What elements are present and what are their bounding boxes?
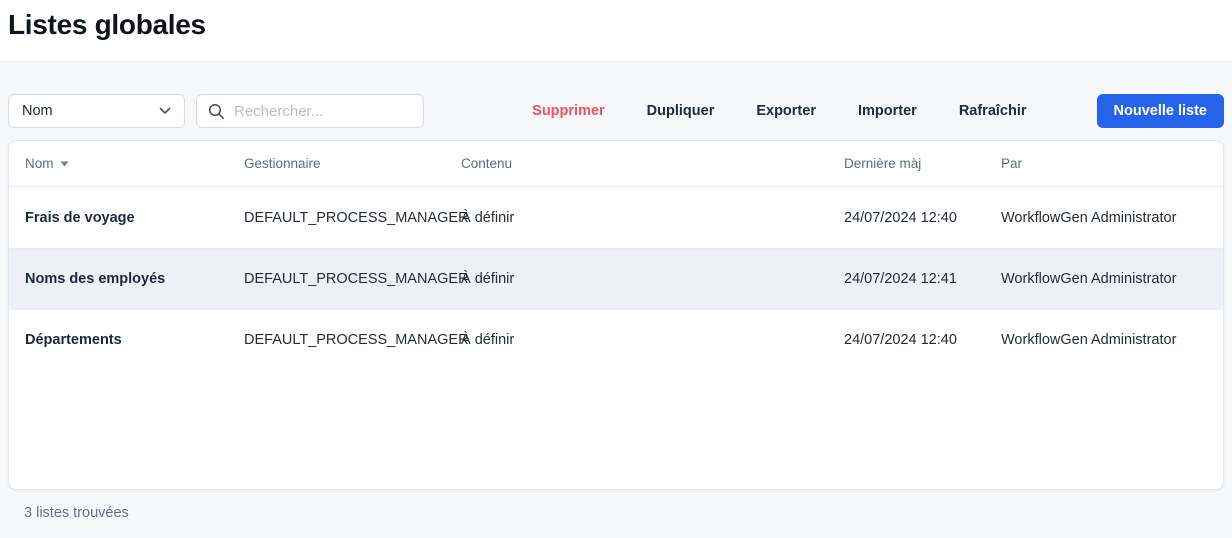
cell-gestionnaire: DEFAULT_PROCESS_MANAGER xyxy=(244,210,461,226)
table-header-row: Nom Gestionnaire Contenu Dernière màj Pa… xyxy=(9,141,1223,187)
cell-nom: Départements xyxy=(25,332,244,348)
cell-par: WorkflowGen Administrator xyxy=(1001,271,1207,287)
cell-gestionnaire: DEFAULT_PROCESS_MANAGER xyxy=(244,332,461,348)
duplicate-button[interactable]: Dupliquer xyxy=(645,97,717,125)
search-icon xyxy=(208,103,225,120)
cell-contenu: À définir xyxy=(461,210,844,226)
cell-derniere-maj: 24/07/2024 12:41 xyxy=(844,271,1001,287)
cell-derniere-maj: 24/07/2024 12:40 xyxy=(844,210,1001,226)
result-count-status: 3 listes trouvées xyxy=(8,505,1224,521)
delete-button[interactable]: Supprimer xyxy=(530,97,607,125)
column-header-derniere-maj[interactable]: Dernière màj xyxy=(844,156,1001,171)
export-button[interactable]: Exporter xyxy=(754,97,818,125)
column-header-par[interactable]: Par xyxy=(1001,156,1207,171)
sort-desc-icon xyxy=(60,161,69,167)
cell-nom: Noms des employés xyxy=(25,271,244,287)
refresh-button[interactable]: Rafraîchir xyxy=(957,97,1029,125)
page-title: Listes globales xyxy=(8,9,1224,41)
cell-par: WorkflowGen Administrator xyxy=(1001,332,1207,348)
cell-gestionnaire: DEFAULT_PROCESS_MANAGER xyxy=(244,271,461,287)
global-lists-table: Nom Gestionnaire Contenu Dernière màj Pa… xyxy=(8,140,1224,490)
import-button[interactable]: Importer xyxy=(856,97,919,125)
toolbar: Nom Supprimer Dupliquer Exporter Importe… xyxy=(8,62,1224,128)
column-header-contenu[interactable]: Contenu xyxy=(461,156,844,171)
content-area: Nom Supprimer Dupliquer Exporter Importe… xyxy=(0,62,1232,538)
table-row[interactable]: Frais de voyage DEFAULT_PROCESS_MANAGER … xyxy=(9,187,1223,248)
search-box xyxy=(196,94,424,128)
cell-contenu: À définir xyxy=(461,332,844,348)
cell-contenu: À définir xyxy=(461,271,844,287)
table-row[interactable]: Noms des employés DEFAULT_PROCESS_MANAGE… xyxy=(9,248,1223,309)
page-header: Listes globales xyxy=(0,0,1232,62)
filter-column-select-value: Nom xyxy=(22,103,53,119)
new-list-button[interactable]: Nouvelle liste xyxy=(1097,94,1224,128)
search-input[interactable] xyxy=(234,103,433,120)
cell-derniere-maj: 24/07/2024 12:40 xyxy=(844,332,1001,348)
column-header-gestionnaire[interactable]: Gestionnaire xyxy=(244,156,461,171)
cell-par: WorkflowGen Administrator xyxy=(1001,210,1207,226)
chevron-down-icon xyxy=(159,107,171,115)
toolbar-actions: Supprimer Dupliquer Exporter Importer Ra… xyxy=(530,94,1224,128)
table-row[interactable]: Départements DEFAULT_PROCESS_MANAGER À d… xyxy=(9,309,1223,370)
filter-column-select[interactable]: Nom xyxy=(8,94,185,128)
cell-nom: Frais de voyage xyxy=(25,210,244,226)
column-header-nom[interactable]: Nom xyxy=(25,156,244,171)
